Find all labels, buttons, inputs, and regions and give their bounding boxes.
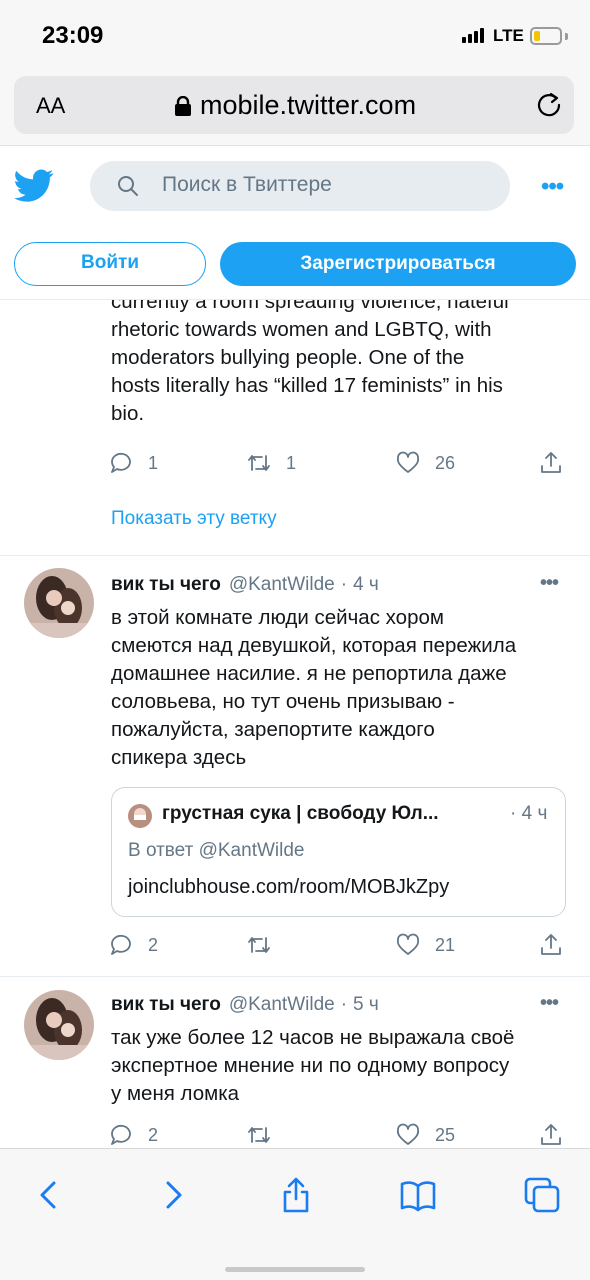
- divider: [0, 976, 590, 977]
- battery-tip: [565, 33, 568, 40]
- retweet-button[interactable]: 1: [246, 450, 296, 476]
- signup-button[interactable]: Зарегистрироваться: [220, 242, 576, 286]
- share-icon: [541, 452, 561, 473]
- search-icon: [118, 176, 138, 196]
- quoted-tweet[interactable]: грустная сука | свободу Юл... · 4 ч В от…: [111, 787, 566, 917]
- show-thread-link[interactable]: Показать эту ветку: [111, 508, 277, 530]
- like-button[interactable]: 26: [395, 450, 455, 476]
- reply-icon: [111, 934, 131, 955]
- forward-icon[interactable]: [152, 1175, 192, 1215]
- like-button[interactable]: 25: [395, 1122, 455, 1148]
- network-type: LTE: [493, 26, 524, 45]
- quoted-link[interactable]: joinclubhouse.com/room/MOBJkZpy: [128, 876, 449, 899]
- share-icon: [541, 1124, 561, 1145]
- lock-icon: [175, 96, 191, 116]
- tweet-header: вик ты чего @KantWilde · 5 ч: [111, 994, 379, 1016]
- tweet-more-icon[interactable]: •••: [540, 572, 559, 595]
- tweet-more-icon[interactable]: •••: [540, 992, 559, 1015]
- status-time: 23:09: [42, 22, 104, 49]
- tweet-time[interactable]: 4 ч: [353, 574, 379, 596]
- tweet-actions: 2 21: [108, 932, 578, 960]
- share-button[interactable]: [538, 450, 564, 476]
- share-button[interactable]: [538, 932, 564, 958]
- search-input[interactable]: Поиск в Твиттере: [90, 161, 510, 211]
- heart-icon: [396, 1123, 420, 1145]
- like-button[interactable]: 21: [395, 932, 455, 958]
- more-options-icon[interactable]: •••: [541, 173, 564, 201]
- share-button[interactable]: [538, 1122, 564, 1148]
- reply-button[interactable]: 2: [108, 1122, 158, 1148]
- reply-icon: [111, 452, 131, 473]
- retweet-icon: [248, 937, 270, 953]
- retweet-button[interactable]: [246, 932, 286, 958]
- twitter-logo-icon[interactable]: [14, 169, 54, 203]
- tweet-header: вик ты чего @KantWilde · 4 ч: [111, 574, 379, 596]
- back-icon[interactable]: [30, 1175, 70, 1215]
- timeline-feed[interactable]: currently a room spreading violence, hat…: [0, 300, 590, 1148]
- tweet-actions: 1 1 26: [108, 450, 578, 478]
- text-size-button[interactable]: AA: [36, 93, 65, 119]
- twitter-header: Поиск в Твиттере ••• Войти Зарегистриров…: [0, 146, 590, 300]
- login-button[interactable]: Войти: [14, 242, 206, 286]
- reload-icon[interactable]: [534, 90, 564, 120]
- tweet-text: в этой комнате люди сейчас хором смеются…: [111, 606, 517, 769]
- retweet-icon: [248, 455, 270, 471]
- avatar[interactable]: [24, 568, 94, 638]
- battery-icon: [530, 27, 562, 45]
- reply-button[interactable]: 1: [108, 450, 158, 476]
- retweet-button[interactable]: [246, 1122, 286, 1148]
- author-name[interactable]: вик ты чего: [111, 574, 221, 596]
- bookmarks-icon[interactable]: [398, 1175, 438, 1215]
- tweet-text: так уже более 12 часов не выражала своё …: [111, 1026, 515, 1105]
- quoted-reply-to: В ответ @KantWilde: [128, 840, 305, 861]
- url-text: mobile.twitter.com: [200, 90, 417, 120]
- retweet-icon: [248, 1127, 270, 1143]
- heart-icon: [396, 933, 420, 955]
- reply-button[interactable]: 2: [108, 932, 158, 958]
- home-indicator: [225, 1267, 365, 1272]
- partial-tweet-text: currently a room spreading violence, hat…: [111, 300, 509, 425]
- heart-icon: [396, 451, 420, 473]
- signal-strength-icon: [462, 28, 484, 43]
- quoted-author-name: грустная сука | свободу Юл...: [162, 803, 439, 824]
- browser-address-area: AA mobile.twitter.com: [0, 70, 590, 146]
- address-bar[interactable]: AA mobile.twitter.com: [14, 76, 574, 134]
- search-placeholder: Поиск в Твиттере: [162, 173, 332, 196]
- quoted-time: · 4 ч: [510, 803, 548, 824]
- tweet-actions: 2 25: [108, 1122, 578, 1148]
- tweet-time[interactable]: 5 ч: [353, 994, 379, 1016]
- author-handle[interactable]: @KantWilde: [229, 994, 335, 1016]
- browser-toolbar: [0, 1148, 590, 1280]
- share-icon: [541, 934, 561, 955]
- avatar[interactable]: [24, 990, 94, 1060]
- tabs-icon[interactable]: [522, 1175, 562, 1215]
- reply-icon: [111, 1124, 131, 1145]
- status-bar: 23:09 LTE: [0, 0, 590, 70]
- author-name[interactable]: вик ты чего: [111, 994, 221, 1016]
- divider: [0, 555, 590, 556]
- share-sheet-icon[interactable]: [276, 1175, 316, 1215]
- author-handle[interactable]: @KantWilde: [229, 574, 335, 596]
- quoted-avatar: [128, 804, 152, 828]
